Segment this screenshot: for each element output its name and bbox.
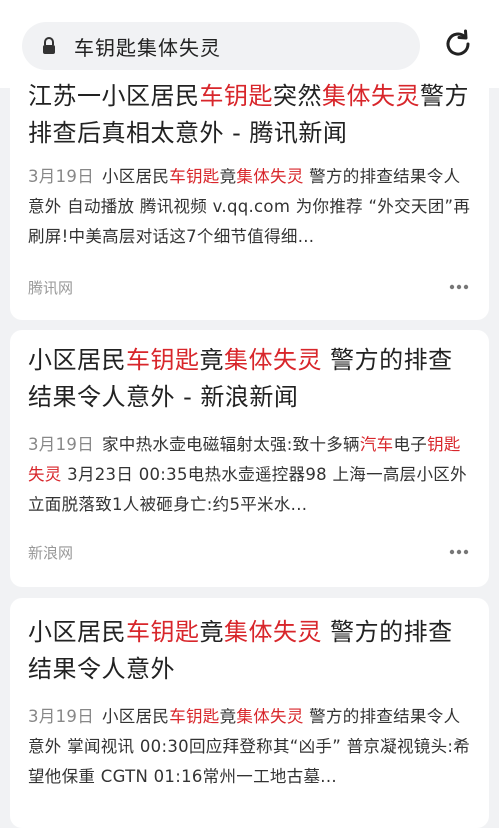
- highlight-text: 车钥匙: [169, 167, 220, 186]
- highlight-text: 集体失灵: [236, 707, 304, 726]
- highlight-text: 车钥匙: [169, 707, 220, 726]
- more-dots-icon[interactable]: [447, 548, 471, 556]
- search-query[interactable]: 车钥匙集体失灵: [74, 32, 221, 61]
- result-title[interactable]: 小区居民车钥匙竟集体失灵 警方的排查结果令人意外 - 新浪新闻: [28, 342, 471, 416]
- highlight-text: 集体失灵: [322, 82, 420, 110]
- highlight-text: 车钥匙: [126, 346, 200, 374]
- result-snippet: 3月19日 小区居民车钥匙竟集体失灵 警方的排查结果令人意外 掌闻视讯 00:30…: [28, 702, 471, 792]
- plain-text: 小区居民: [102, 167, 170, 186]
- search-input[interactable]: 车钥匙集体失灵: [22, 22, 420, 70]
- highlight-text: 车钥匙: [126, 618, 200, 646]
- refresh-icon: [442, 28, 474, 64]
- plain-text: 竟: [199, 346, 224, 374]
- plain-text: 突然: [273, 82, 322, 110]
- plain-text: 小区居民: [102, 707, 170, 726]
- result-card[interactable]: 小区居民车钥匙竟集体失灵 警方的排查结果令人意外 - 新浪新闻 3月19日 家中热…: [10, 330, 489, 587]
- result-meta: 新浪网: [28, 540, 471, 564]
- plain-text: 竟: [219, 707, 237, 726]
- result-title[interactable]: 江苏一小区居民车钥匙突然集体失灵警方排查后真相太意外 - 腾讯新闻: [28, 78, 471, 152]
- highlight-text: 车钥匙: [199, 82, 273, 110]
- plain-text: 江苏一小区居民: [28, 82, 200, 110]
- snippet-text: 小区居民车钥匙竟集体失灵 警方的排查结果令人意外 自动播放 腾讯视频 v.qq.…: [28, 167, 470, 246]
- result-card[interactable]: 江苏一小区居民车钥匙突然集体失灵警方排查后真相太意外 - 腾讯新闻 3月19日小…: [10, 70, 489, 320]
- result-date: 3月19日: [28, 167, 94, 186]
- plain-text: 小区居民: [28, 618, 126, 646]
- result-meta: 腾讯网: [28, 275, 471, 299]
- result-date: 3月19日: [28, 707, 94, 726]
- plain-text: 竟: [219, 167, 237, 186]
- result-date: 3月19日: [28, 435, 94, 454]
- result-title[interactable]: 小区居民车钥匙竟集体失灵 警方的排查结果令人意外: [28, 614, 471, 688]
- highlight-text: 集体失灵: [236, 167, 304, 186]
- result-source: 腾讯网: [28, 278, 74, 297]
- result-snippet: 3月19日 小区居民车钥匙竟集体失灵 警方的排查结果令人意外 自动播放 腾讯视频 …: [28, 162, 471, 252]
- plain-text: 3月23日 00:35电热水壶遥控器98 上海一高层小区外立面脱落致1人被砸身亡…: [28, 465, 467, 514]
- highlight-text: 集体失灵: [224, 618, 322, 646]
- more-dots-icon[interactable]: [447, 283, 471, 291]
- plain-text: 小区居民: [28, 346, 126, 374]
- snippet-text: 小区居民车钥匙竟集体失灵 警方的排查结果令人意外 掌闻视讯 00:30回应拜登称…: [28, 707, 470, 786]
- highlight-text: 汽车: [359, 435, 394, 454]
- plain-text: 电子: [393, 435, 428, 454]
- result-snippet: 3月19日 家中热水壶电磁辐射太强:致十多辆汽车电子钥匙失灵 3月23日 00:3…: [28, 430, 471, 520]
- highlight-text: 集体失灵: [224, 346, 322, 374]
- result-card[interactable]: 小区居民车钥匙竟集体失灵 警方的排查结果令人意外 3月19日 小区居民车钥匙竟集体…: [10, 598, 489, 828]
- lock-icon: [38, 35, 60, 57]
- refresh-button[interactable]: [440, 28, 476, 64]
- result-source: 新浪网: [28, 543, 74, 562]
- plain-text: 家中热水壶电磁辐射太强:致十多辆: [102, 435, 360, 454]
- plain-text: 竟: [199, 618, 224, 646]
